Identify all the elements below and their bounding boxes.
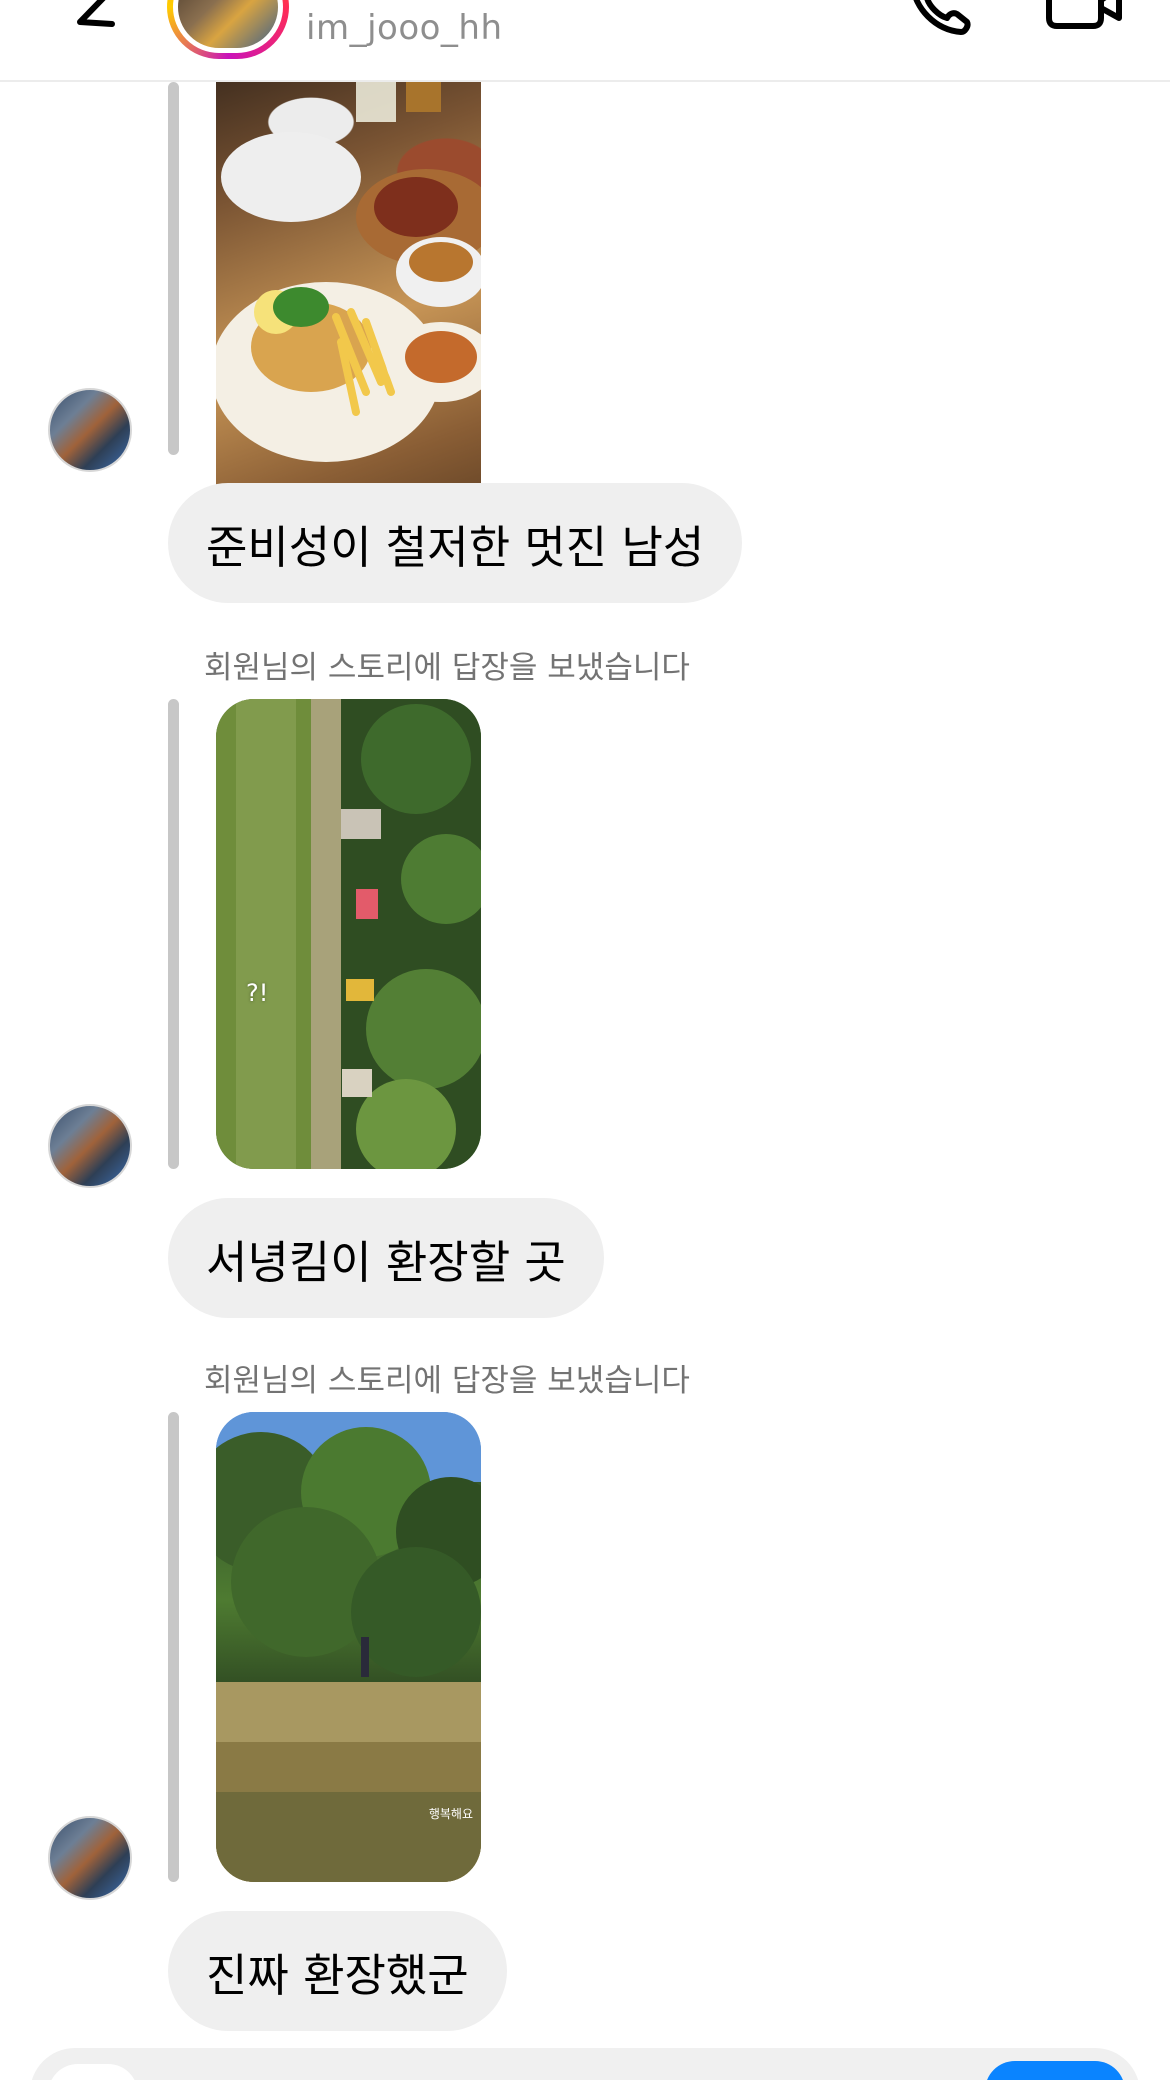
story-thumbnail[interactable] bbox=[216, 62, 481, 537]
story-reply-note: 회원님의 스토리에 답장을 보냈습니다 bbox=[204, 650, 690, 686]
message-bubble[interactable]: 서녕킴이 환장할 곳 bbox=[168, 1198, 604, 1318]
video-camera-icon bbox=[1046, 0, 1122, 29]
send-button[interactable] bbox=[985, 2061, 1125, 2080]
chat-username[interactable]: im_jooo_hh bbox=[306, 8, 503, 48]
profile-avatar bbox=[173, 0, 283, 53]
message-bubble[interactable]: 준비성이 철저한 멋진 남성 bbox=[168, 483, 743, 603]
story-reply-note: 회원님의 스토리에 답장을 보냈습니다 bbox=[204, 1363, 690, 1399]
sender-avatar[interactable] bbox=[48, 388, 132, 472]
dm-conversation-screen: im_jooo_hh 준비성이 철저한 멋진 남성 회원님의 스토리에 답장을 … bbox=[0, 0, 1170, 2080]
story-thumbnail[interactable]: 행복해요 bbox=[216, 1412, 481, 1882]
voice-call-button[interactable] bbox=[905, 0, 975, 40]
message-thread[interactable]: 준비성이 철저한 멋진 남성 회원님의 스토리에 답장을 보냈습니다 ?! 서녕… bbox=[0, 62, 1170, 2042]
video-call-button[interactable] bbox=[1045, 0, 1125, 34]
reply-quote-bar bbox=[168, 699, 179, 1169]
message-composer[interactable] bbox=[30, 2048, 1140, 2080]
message-bubble[interactable]: 진짜 환장했군 bbox=[168, 1911, 507, 2031]
profile-avatar-story-ring[interactable] bbox=[167, 0, 289, 59]
sender-avatar[interactable] bbox=[48, 1104, 132, 1188]
story-photo-park bbox=[216, 699, 481, 1169]
reply-quote-bar bbox=[168, 1412, 179, 1882]
story-overlay-text: 행복해요 bbox=[428, 1807, 473, 1821]
reply-quote-bar bbox=[168, 82, 179, 455]
sender-avatar[interactable] bbox=[48, 1816, 132, 1900]
chat-header: im_jooo_hh bbox=[0, 0, 1170, 82]
chevron-left-icon bbox=[77, 0, 115, 27]
phone-icon bbox=[913, 0, 971, 35]
story-photo-food bbox=[216, 62, 481, 462]
back-button[interactable] bbox=[68, 0, 128, 50]
story-thumbnail[interactable]: ?! bbox=[216, 699, 481, 1169]
story-overlay-text: ?! bbox=[246, 979, 269, 1007]
